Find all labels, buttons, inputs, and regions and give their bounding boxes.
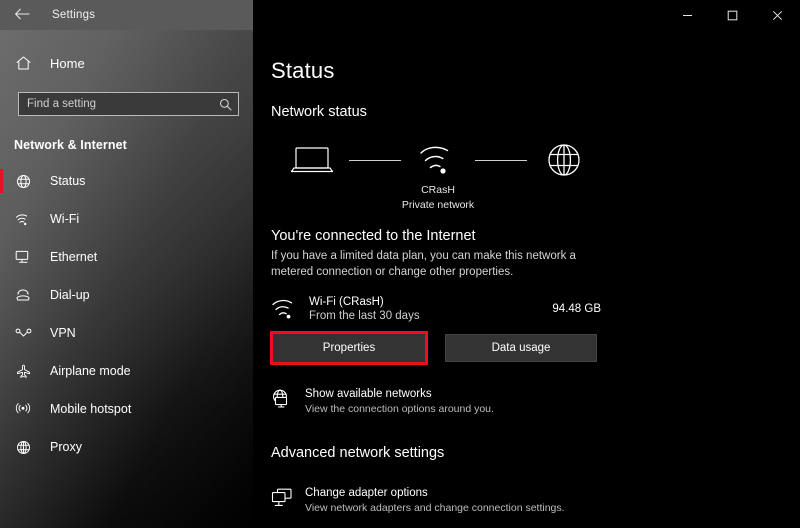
window-controls: [253, 0, 800, 30]
diagram-internet: [527, 138, 601, 182]
wifi-icon: [418, 138, 458, 182]
vpn-icon: [14, 327, 32, 339]
change-adapter-options-subtitle: View network adapters and change connect…: [305, 502, 565, 514]
sidebar-item-airplane-mode[interactable]: Airplane mode: [0, 352, 253, 390]
show-available-networks-text: Show available networks View the connect…: [305, 388, 494, 415]
advanced-network-settings-heading: Advanced network settings: [271, 445, 445, 461]
back-arrow-icon[interactable]: [14, 8, 30, 23]
wifi-icon: [14, 213, 32, 226]
settings-window: Settings Home Find a setting Network & I…: [0, 0, 800, 528]
sidebar-item-ethernet[interactable]: Ethernet: [0, 238, 253, 276]
main-content: Status Network status CRasH Private netw…: [253, 30, 800, 528]
diagram-device: [275, 138, 349, 182]
network-monitor-icon: [271, 388, 305, 415]
title-bar: Settings: [0, 0, 800, 30]
telephone-icon: [14, 288, 32, 302]
sidebar-item-label: Dial-up: [50, 288, 90, 302]
sidebar-item-status[interactable]: Status: [0, 162, 253, 200]
sidebar-item-label: Airplane mode: [50, 364, 131, 378]
wifi-usage-amount: 94.48 GB: [552, 303, 601, 315]
monitor-icon: [14, 250, 32, 264]
close-icon[interactable]: [755, 0, 800, 30]
main-inner: Status Network status CRasH Private netw…: [253, 58, 800, 514]
sidebar-item-label: Wi-Fi: [50, 212, 80, 226]
data-usage-button[interactable]: Data usage: [445, 334, 597, 362]
page-title: Status: [271, 58, 335, 83]
sidebar-item-label: VPN: [50, 326, 76, 340]
globe-icon: [545, 138, 583, 182]
show-available-networks-row[interactable]: Show available networks View the connect…: [271, 388, 800, 415]
change-adapter-options-row[interactable]: Change adapter options View network adap…: [271, 487, 800, 514]
sidebar-home-label: Home: [50, 55, 85, 71]
show-available-networks-title: Show available networks: [305, 388, 432, 400]
sidebar-nav: Status Wi-Fi Ethernet Dial-up VPN Airpla…: [0, 162, 253, 466]
sidebar-item-dialup[interactable]: Dial-up: [0, 276, 253, 314]
wifi-usage-period: From the last 30 days: [309, 310, 420, 322]
window-body: Home Network & Internet Status: [0, 30, 800, 528]
network-diagram: CRasH Private network: [271, 138, 800, 212]
minimize-icon[interactable]: [665, 0, 710, 30]
search-icon[interactable]: [219, 98, 232, 111]
globe-grid-icon: [14, 440, 32, 455]
sidebar-item-wifi[interactable]: Wi-Fi: [0, 200, 253, 238]
sidebar-item-mobile-hotspot[interactable]: Mobile hotspot: [0, 390, 253, 428]
show-available-networks-subtitle: View the connection options around you.: [305, 403, 494, 415]
action-buttons: Properties Data usage: [270, 331, 800, 365]
search-container: [0, 80, 253, 116]
connection-line: [475, 138, 527, 182]
home-icon: [14, 56, 32, 70]
laptop-icon: [290, 138, 334, 182]
window-title: Settings: [52, 9, 96, 21]
sidebar-item-proxy[interactable]: Proxy: [0, 428, 253, 466]
connected-heading: You're connected to the Internet: [271, 228, 476, 244]
hotspot-icon: [14, 402, 32, 416]
diagram-network-name: CRasH: [421, 184, 455, 196]
change-adapter-options-text: Change adapter options View network adap…: [305, 487, 565, 514]
adapter-icon: [271, 487, 305, 514]
sidebar-item-label: Ethernet: [50, 250, 98, 264]
network-status-heading: Network status: [271, 104, 367, 120]
diagram-network-type: Private network: [401, 199, 475, 211]
connected-description: If you have a limited data plan, you can…: [271, 250, 576, 278]
search-box[interactable]: [18, 92, 239, 116]
sidebar-item-vpn[interactable]: VPN: [0, 314, 253, 352]
wifi-icon: [271, 298, 309, 320]
sidebar-item-home[interactable]: Home: [0, 46, 253, 80]
wifi-usage-text: Wi-Fi (CRasH) From the last 30 days: [309, 296, 552, 322]
diagram-network: CRasH Private network: [401, 138, 475, 212]
sidebar-item-label: Proxy: [50, 440, 82, 454]
connection-line: [349, 138, 401, 182]
sidebar: Home Network & Internet Status: [0, 30, 253, 528]
wifi-usage-name: Wi-Fi (CRasH): [309, 296, 384, 308]
wifi-usage-row: Wi-Fi (CRasH) From the last 30 days 94.4…: [271, 296, 601, 322]
globe-icon: [14, 174, 32, 189]
sidebar-section-title: Network & Internet: [14, 138, 127, 152]
sidebar-item-label: Status: [50, 174, 86, 188]
airplane-icon: [14, 364, 32, 379]
sidebar-item-label: Mobile hotspot: [50, 402, 132, 416]
title-bar-left: Settings: [0, 0, 253, 30]
maximize-icon[interactable]: [710, 0, 755, 30]
change-adapter-options-title: Change adapter options: [305, 487, 428, 499]
properties-button[interactable]: Properties: [270, 331, 428, 365]
search-input[interactable]: [27, 98, 219, 110]
